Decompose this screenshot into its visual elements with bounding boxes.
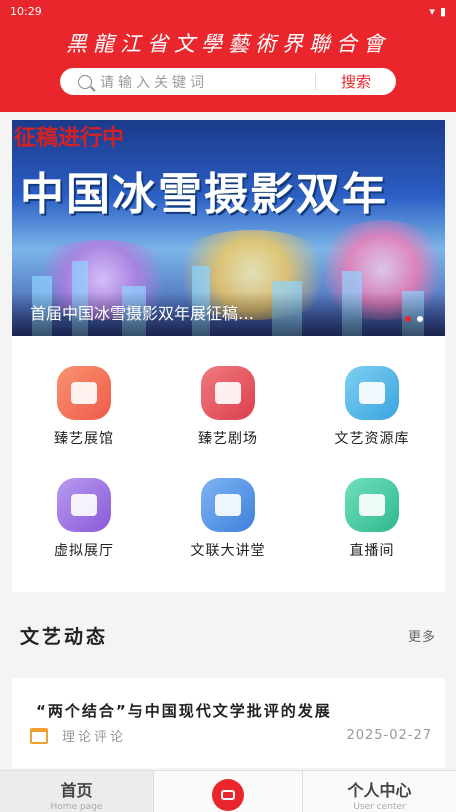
lecture-icon <box>201 478 255 532</box>
feature-grid: 臻艺展馆 臻艺剧场 文艺资源库 虚拟展厅 文联大讲堂 直播间 <box>12 336 445 592</box>
gallery-icon <box>57 366 111 420</box>
banner-headline: 中国冰雪摄影双年 <box>20 169 388 220</box>
library-icon <box>345 366 399 420</box>
carousel-dot[interactable] <box>405 316 411 322</box>
status-bar: 10:29 ▾ ▮ <box>0 0 456 22</box>
tab-message[interactable] <box>153 771 303 812</box>
search-input[interactable]: 请输入关键词 <box>100 72 315 92</box>
news-title[interactable]: “两个结合”与中国现代文学批评的发展 <box>36 700 332 721</box>
more-link[interactable]: 更多 <box>408 626 436 645</box>
news-category: 理论评论 <box>62 730 127 745</box>
app-title: 黑龍江省文學藝術界聯合會 <box>66 32 390 56</box>
banner-tag: 征稿进行中 <box>14 125 125 151</box>
banner-carousel[interactable]: 征稿进行中 中国冰雪摄影双年 首届中国冰雪摄影双年展征稿… <box>12 120 445 336</box>
news-section-header: 文艺动态 更多 <box>20 622 436 649</box>
calendar-icon <box>30 727 48 744</box>
search-button[interactable]: 搜索 <box>316 71 396 92</box>
section-title: 文艺动态 <box>20 626 109 648</box>
grid-item-label: 文联大讲堂 <box>190 543 266 559</box>
app-header: 10:29 ▾ ▮ 黑龍江省文學藝術界聯合會 请输入关键词 搜索 <box>0 0 456 112</box>
grid-item-library[interactable]: 文艺资源库 <box>300 366 444 448</box>
grid-item-live[interactable]: 直播间 <box>300 478 444 560</box>
status-time: 10:29 <box>10 4 42 18</box>
battery-icon: ▮ <box>439 4 446 18</box>
theater-icon <box>201 366 255 420</box>
grid-item-label: 臻艺剧场 <box>198 431 258 447</box>
tab-user-label: 个人中心 <box>347 781 412 800</box>
wifi-icon: ▾ <box>429 4 435 18</box>
tab-home[interactable]: 首页 Home page <box>0 771 153 812</box>
grid-item-lecture[interactable]: 文联大讲堂 <box>156 478 300 560</box>
carousel-indicator[interactable] <box>405 316 423 322</box>
search-bar[interactable]: 请输入关键词 搜索 <box>60 68 396 95</box>
grid-item-gallery[interactable]: 臻艺展馆 <box>12 366 156 448</box>
banner-caption: 首届中国冰雪摄影双年展征稿… <box>30 304 255 323</box>
grid-item-label: 直播间 <box>349 543 395 559</box>
chat-icon[interactable] <box>212 779 244 811</box>
grid-item-label: 虚拟展厅 <box>54 543 114 559</box>
status-icons: ▾ ▮ <box>429 5 446 18</box>
tab-user-center[interactable]: 个人中心 User center <box>303 771 456 812</box>
grid-item-theater[interactable]: 臻艺剧场 <box>156 366 300 448</box>
live-icon <box>345 478 399 532</box>
tab-home-sub: Home page <box>50 802 103 812</box>
grid-item-vr-hall[interactable]: 虚拟展厅 <box>12 478 156 560</box>
news-item[interactable]: “两个结合”与中国现代文学批评的发展 理论评论 2025-02-27 <box>12 678 445 768</box>
search-icon <box>78 74 92 89</box>
carousel-dot-active[interactable] <box>417 316 423 322</box>
news-meta: 理论评论 2025-02-27 <box>30 726 432 745</box>
vr-icon <box>57 478 111 532</box>
grid-item-label: 文艺资源库 <box>334 431 410 447</box>
tab-user-sub: User center <box>353 802 406 812</box>
tab-home-label: 首页 <box>60 781 93 800</box>
grid-item-label: 臻艺展馆 <box>54 431 114 447</box>
news-date: 2025-02-27 <box>346 728 432 743</box>
bottom-tabbar: 首页 Home page 个人中心 User center <box>0 770 456 812</box>
